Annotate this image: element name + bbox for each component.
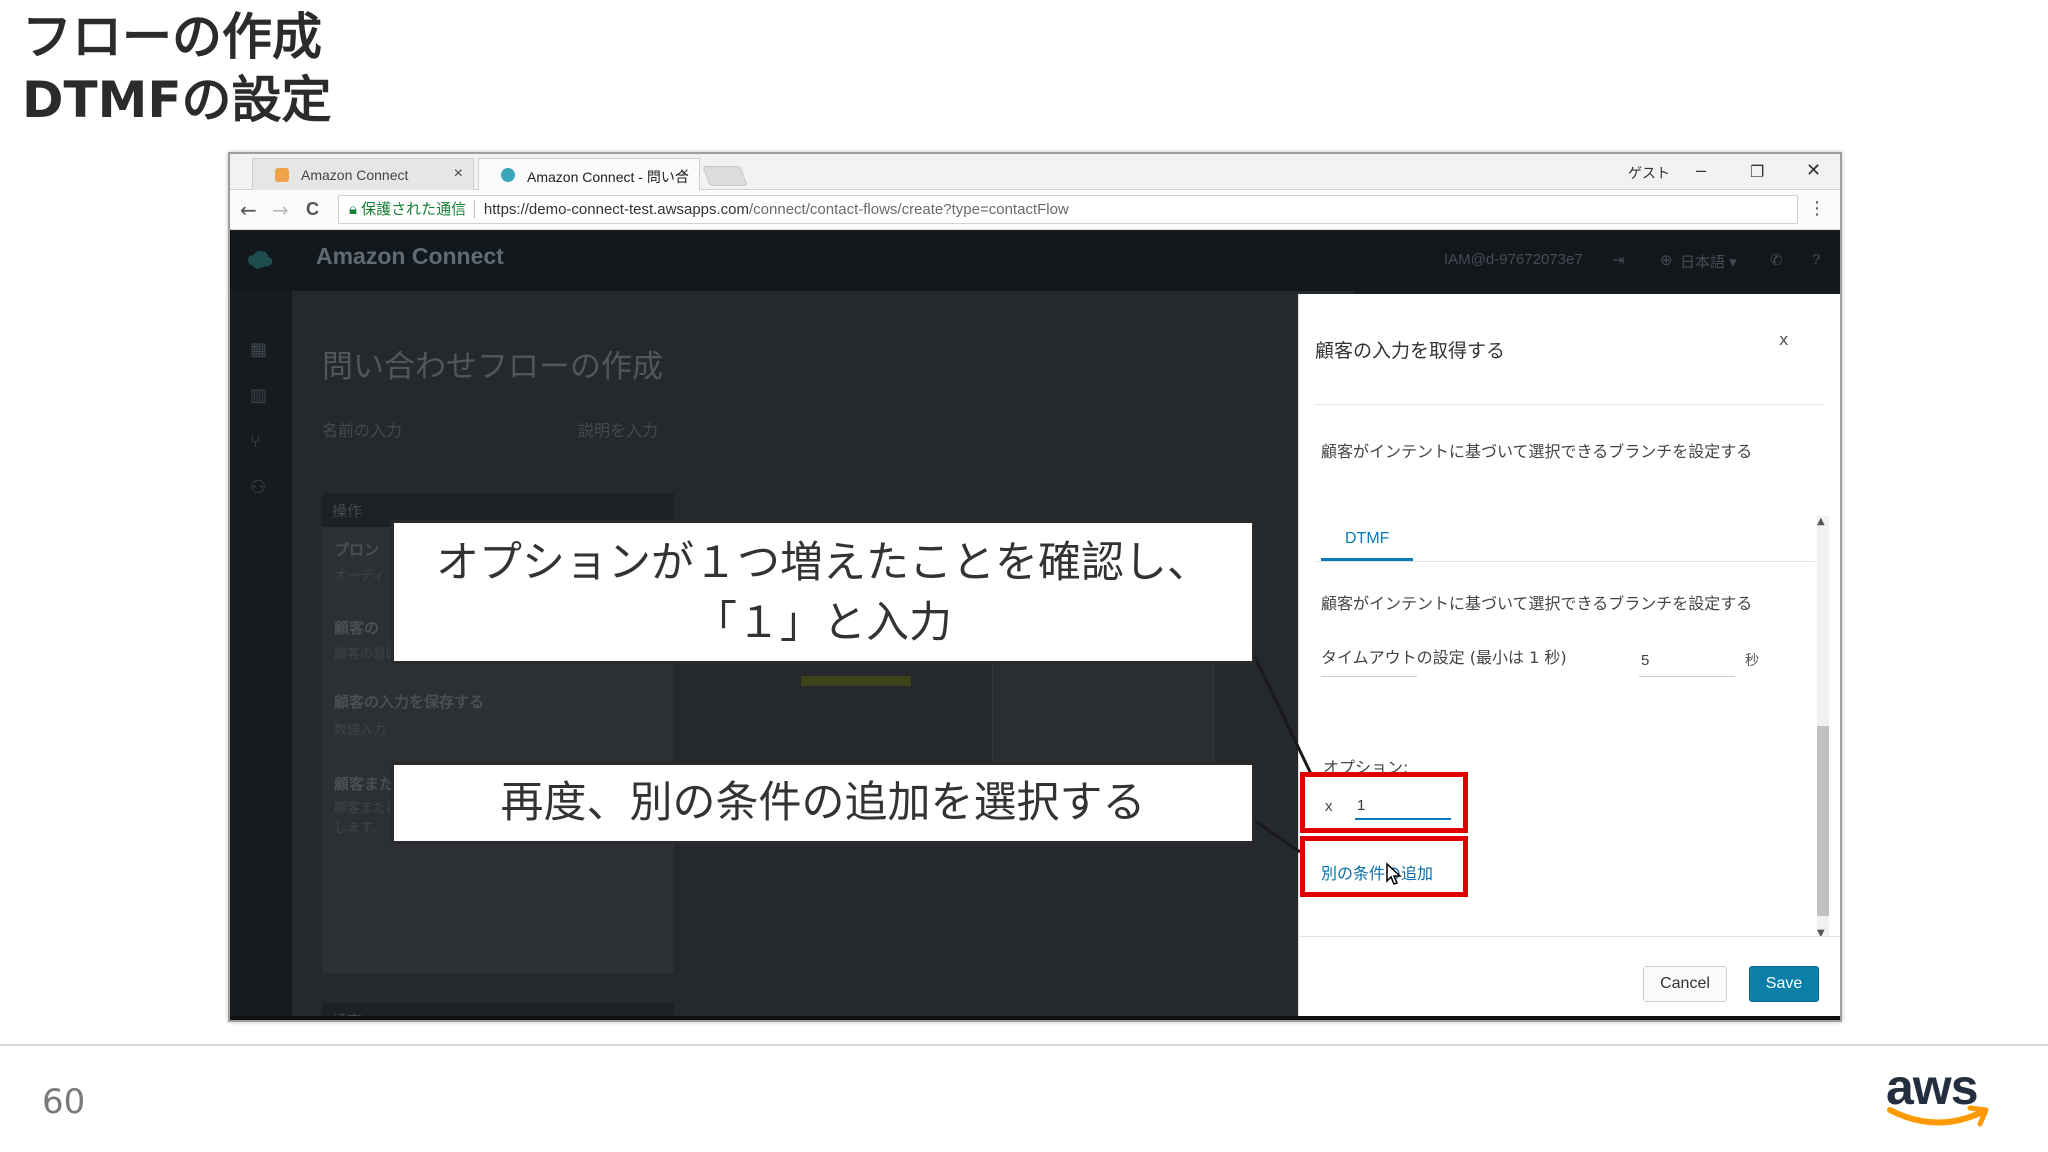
- highlight-add-condition: [1300, 836, 1468, 897]
- aws-logo: aws: [1882, 1058, 2002, 1134]
- callout-confirm-option: オプションが１つ増えたことを確認し、 「１」と入力: [391, 520, 1255, 664]
- callout-confirm-line2: 「１」と入力: [694, 598, 952, 648]
- slide: フローの作成 DTMFの設定 Amazon Connect × Amazon C…: [0, 0, 2048, 1152]
- callout-add-condition-text: 再度、別の条件の追加を選択する: [500, 778, 1146, 828]
- callout-confirm-line1: オプションが１つ増えたことを確認し、: [436, 538, 1210, 588]
- footer-divider: [0, 1044, 2048, 1046]
- page-number: 60: [42, 1082, 86, 1122]
- highlight-option-input: [1300, 772, 1468, 833]
- callout-add-condition: 再度、別の条件の追加を選択する: [391, 762, 1255, 844]
- aws-smile-icon: [1887, 1105, 1989, 1127]
